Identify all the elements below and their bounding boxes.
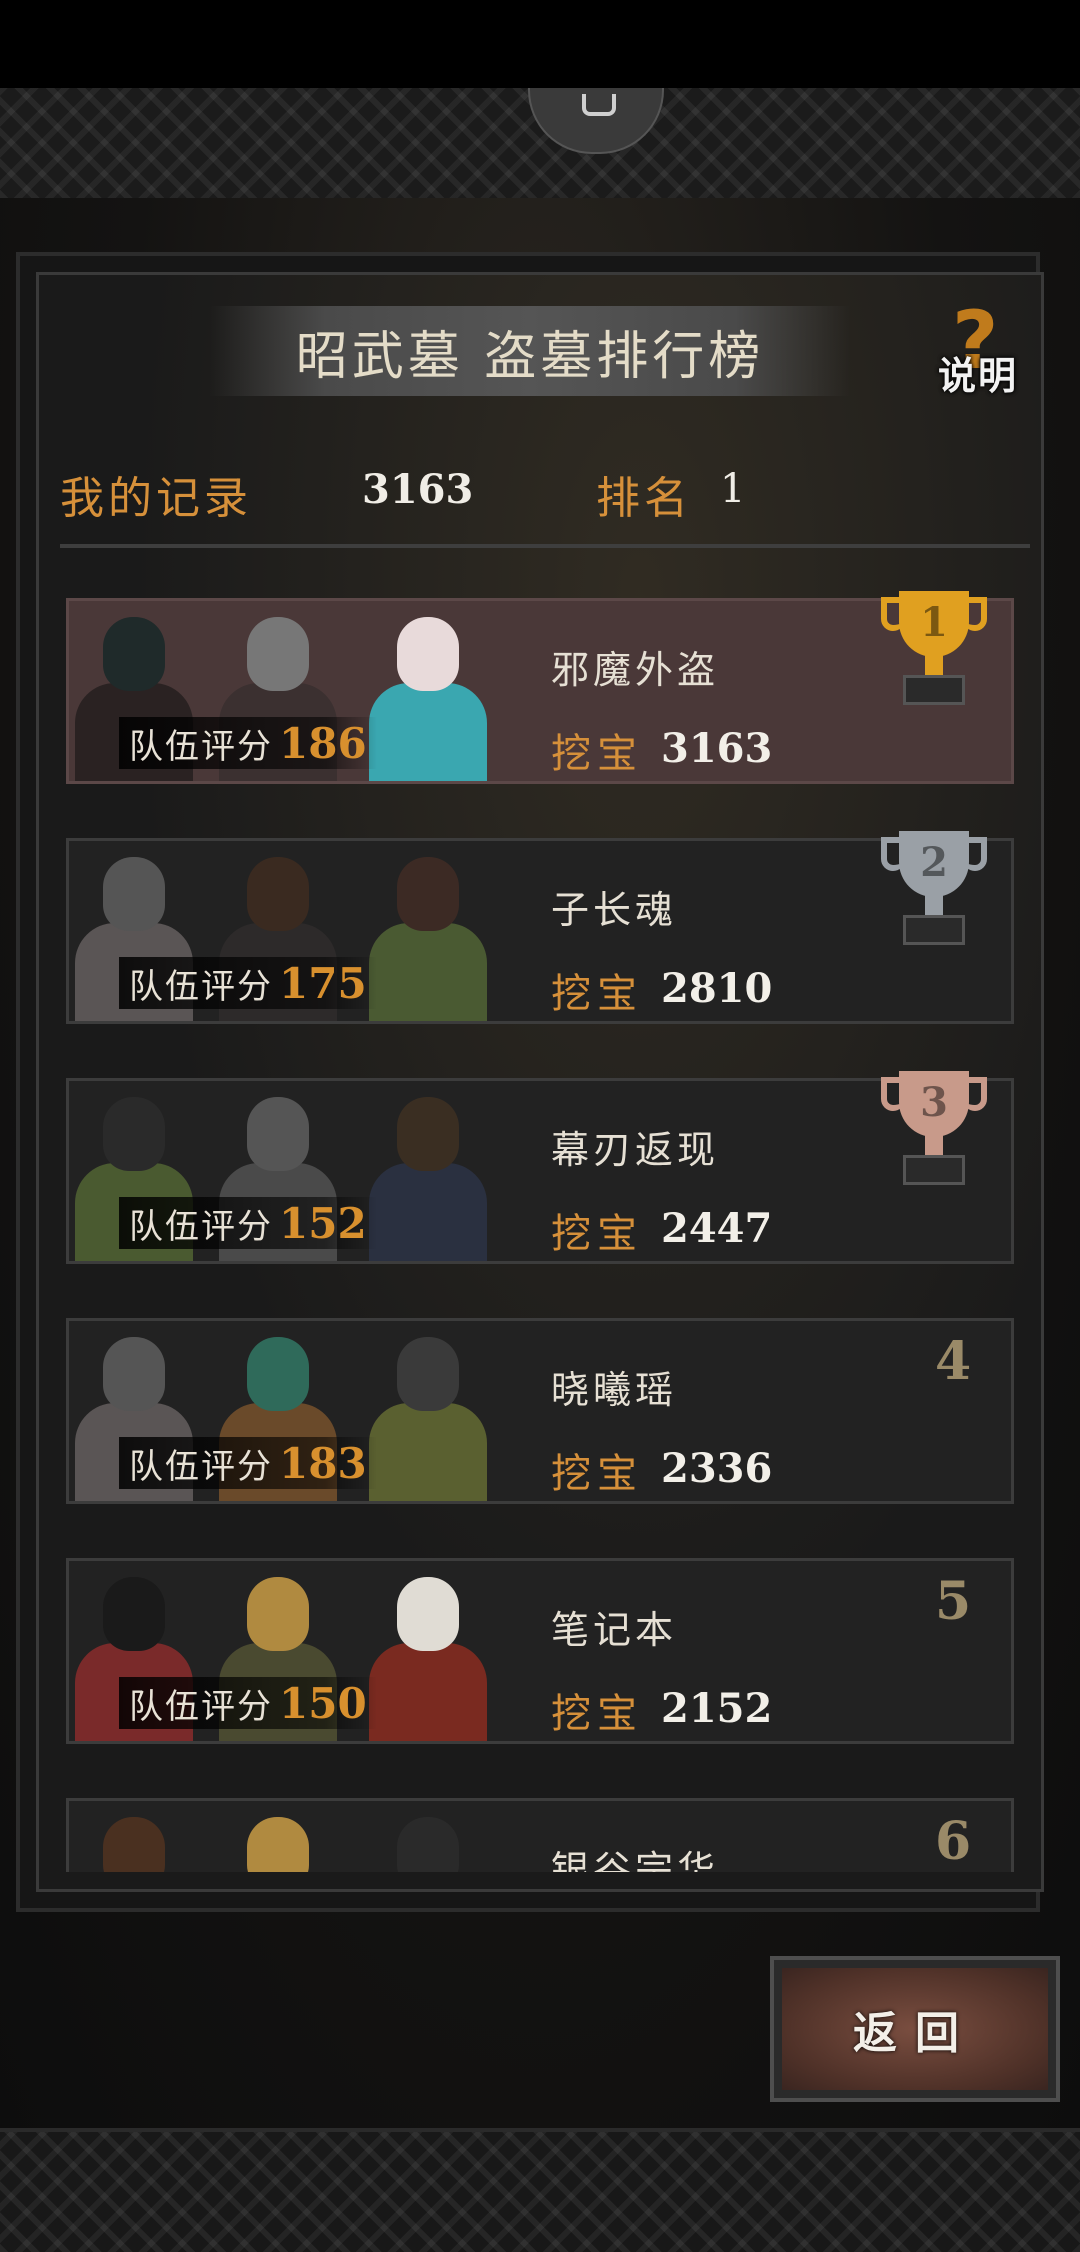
team-member-avatar	[369, 1337, 487, 1501]
team-score: 队伍评分 183	[119, 1437, 377, 1489]
dig-score-label: 挖宝	[551, 1691, 643, 1737]
page-title: 昭武墓 盗墓排行榜	[295, 326, 765, 387]
leaderboard-list[interactable]: 队伍评分 186 邪魔外盗 挖宝 3163 1 队伍评分 175 子长魂 挖宝 2810 2 队伍评分 1…	[60, 580, 1020, 1872]
team-score-label: 队伍评分	[129, 1686, 273, 1727]
dig-score-label: 挖宝	[551, 1451, 643, 1497]
trophy-rank-number: 1	[920, 599, 948, 646]
rank-number: 6	[935, 1811, 972, 1872]
bottom-ornament-border	[0, 2128, 1080, 2252]
bronze-trophy-icon: 3	[879, 1071, 989, 1201]
back-button-label: 返回	[782, 1968, 1048, 2090]
team-member-avatar	[369, 1097, 487, 1261]
gold-trophy-icon: 1	[879, 591, 989, 721]
my-record-label: 我的记录	[60, 473, 252, 524]
rank-number: 5	[935, 1571, 972, 1632]
leaderboard-row[interactable]: 银谷宗华 6	[66, 1798, 1014, 1872]
leaderboard-row[interactable]: 队伍评分 152 幕刃返现挖宝 2447 3	[66, 1071, 1014, 1264]
leaderboard-row[interactable]: 队伍评分 150 笔记本挖宝 2152 5	[66, 1558, 1014, 1744]
silver-trophy-icon: 2	[879, 831, 989, 961]
team-member-avatar	[219, 1817, 337, 1872]
dig-score-value: 2447	[661, 1205, 773, 1252]
leaderboard-row[interactable]: 队伍评分 186 邪魔外盗挖宝 3163 1	[66, 591, 1014, 784]
trophy-rank-number: 2	[920, 839, 948, 886]
team-score: 队伍评分 152	[119, 1197, 377, 1249]
dig-score-value: 3163	[661, 725, 773, 772]
help-label: 说明	[937, 353, 1018, 398]
team-score-value: 175	[279, 958, 367, 1008]
player-name: 晓曦瑶	[551, 1368, 678, 1412]
team-portraits	[69, 1801, 539, 1872]
dig-score-value: 2810	[661, 965, 773, 1012]
team-score-label: 队伍评分	[129, 1446, 273, 1487]
back-button[interactable]: 返回	[770, 1956, 1060, 2102]
player-name: 幕刃返现	[551, 1128, 720, 1172]
team-score-value: 150	[279, 1678, 367, 1728]
player-name: 子长魂	[551, 888, 678, 932]
help-button[interactable]: ? 说明	[918, 294, 1038, 400]
divider	[60, 544, 1030, 548]
team-score-value: 186	[279, 718, 367, 768]
dig-score-value: 2336	[661, 1445, 773, 1492]
team-score-label: 队伍评分	[129, 966, 273, 1007]
team-score-label: 队伍评分	[129, 1206, 273, 1247]
dig-score-value: 2152	[661, 1685, 773, 1732]
dig-score-label: 挖宝	[551, 971, 643, 1017]
team-member-avatar	[75, 1817, 193, 1872]
my-rank-value: 1	[720, 466, 746, 512]
trophy-rank-number: 3	[920, 1079, 948, 1126]
player-name: 邪魔外盗	[551, 648, 720, 692]
team-score-value: 183	[279, 1438, 367, 1488]
team-score-label: 队伍评分	[129, 726, 273, 767]
player-name: 银谷宗华	[551, 1848, 720, 1872]
team-member-avatar	[369, 1817, 487, 1872]
team-member-avatar	[369, 617, 487, 781]
team-member-avatar	[369, 1577, 487, 1741]
dig-score-label: 挖宝	[551, 731, 643, 777]
dig-score-label: 挖宝	[551, 1211, 643, 1257]
team-member-avatar	[369, 857, 487, 1021]
team-score: 队伍评分 175	[119, 957, 377, 1009]
leaderboard-row[interactable]: 队伍评分 175 子长魂挖宝 2810 2	[66, 831, 1014, 1024]
my-rank-label: 排名	[596, 473, 692, 524]
team-score: 队伍评分 186	[119, 717, 377, 769]
team-score: 队伍评分 150	[119, 1677, 377, 1729]
team-score-value: 152	[279, 1198, 367, 1248]
player-name: 笔记本	[551, 1608, 678, 1652]
status-bar	[0, 0, 1080, 88]
my-record-score: 3163	[362, 466, 474, 513]
leaderboard-row[interactable]: 队伍评分 183 晓曦瑶挖宝 2336 4	[66, 1318, 1014, 1504]
rank-number: 4	[935, 1331, 972, 1392]
